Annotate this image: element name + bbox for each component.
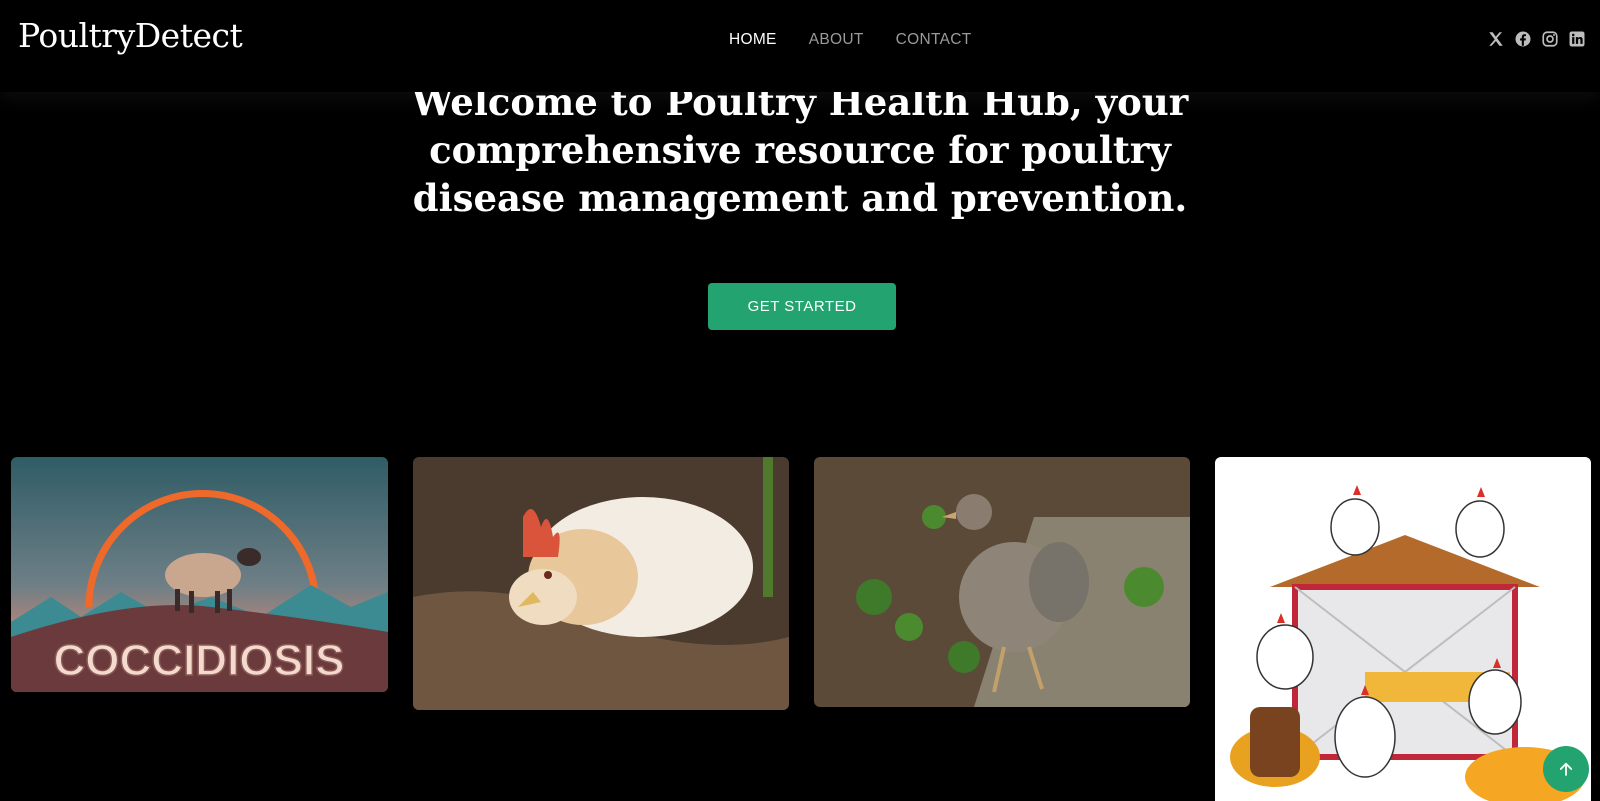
resting-hen-image[interactable] xyxy=(413,457,789,710)
nav-home[interactable]: HOME xyxy=(729,31,777,49)
site-header: PoultryDetect HOME ABOUT CONTACT xyxy=(0,0,1600,92)
pullet-image[interactable] xyxy=(814,457,1190,707)
instagram-icon[interactable] xyxy=(1541,30,1559,48)
page: PoultryDetect HOME ABOUT CONTACT Welcome… xyxy=(0,0,1600,801)
get-started-button[interactable]: GET STARTED xyxy=(708,283,896,330)
chicken-coop-cartoon-image[interactable] xyxy=(1215,457,1591,801)
social-links xyxy=(1487,30,1586,48)
nav-about[interactable]: ABOUT xyxy=(809,31,864,49)
back-to-top-button[interactable] xyxy=(1543,746,1589,792)
coccidiosis-caption: COCCIDIOSIS xyxy=(54,636,345,685)
coccidiosis-image[interactable]: COCCIDIOSIS xyxy=(11,457,388,692)
main-nav: HOME ABOUT CONTACT xyxy=(729,31,971,49)
hero-title: Welcome to Poultry Health Hub, your comp… xyxy=(411,80,1189,220)
x-icon[interactable] xyxy=(1487,30,1505,48)
arrow-up-icon xyxy=(1559,762,1573,776)
facebook-icon[interactable] xyxy=(1514,30,1532,48)
nav-contact[interactable]: CONTACT xyxy=(896,31,972,49)
linkedin-icon[interactable] xyxy=(1568,30,1586,48)
site-logo[interactable]: PoultryDetect xyxy=(18,16,243,55)
